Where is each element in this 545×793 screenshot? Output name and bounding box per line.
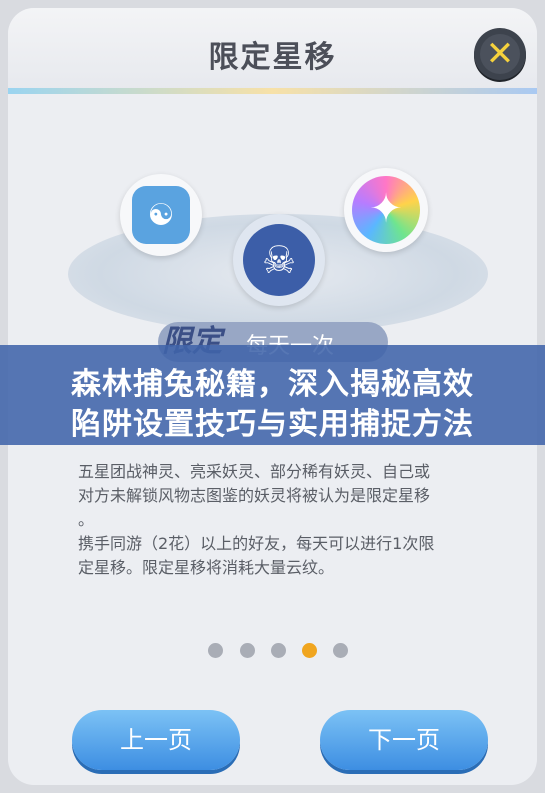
overlay-title-line1: 森林捕兔秘籍，深入揭秘高效: [71, 367, 474, 402]
yin-yang-icon: ☯: [132, 186, 190, 244]
close-button[interactable]: ✕: [474, 28, 526, 80]
demon-badge: ☠: [233, 214, 325, 306]
demon-mask-icon: ☠: [243, 224, 315, 296]
page-dot[interactable]: [240, 643, 255, 658]
close-icon: ✕: [485, 34, 515, 74]
sparkle-icon: ✦: [352, 176, 420, 244]
dialog-header: 限定星移: [8, 8, 537, 90]
overlay-title-line2: 陷阱设置技巧与实用捕捉方法: [71, 407, 474, 442]
next-page-button[interactable]: 下一页: [320, 710, 488, 770]
page-dot[interactable]: [333, 643, 348, 658]
description-line: 携手同游（2花）以上的好友，每天可以进行1次限: [78, 534, 435, 553]
page-dot-active[interactable]: [302, 643, 317, 658]
yin-yang-badge: ☯: [120, 174, 202, 256]
description-line: 定星移。限定星移将消耗大量云纹。: [78, 558, 335, 577]
feature-illustration: ☯ ✦ ☠ 限定 每天一次: [8, 94, 537, 362]
prev-page-button[interactable]: 上一页: [72, 710, 240, 770]
title-overlay: 森林捕兔秘籍，深入揭秘高效 陷阱设置技巧与实用捕捉方法: [0, 345, 545, 445]
description-line: 五星团战神灵、亮采妖灵、部分稀有妖灵、自己或: [78, 462, 431, 481]
rules-description: 五星团战神灵、亮采妖灵、部分稀有妖灵、自己或 对方未解锁风物志图鉴的妖灵将被认为…: [78, 460, 498, 580]
description-line: 对方未解锁风物志图鉴的妖灵将被认为是限定星移: [78, 486, 431, 505]
dialog-title: 限定星移: [208, 40, 337, 75]
description-line: 。: [78, 510, 95, 529]
page-dot[interactable]: [271, 643, 286, 658]
page-dot[interactable]: [208, 643, 223, 658]
sparkle-badge: ✦: [344, 168, 428, 252]
